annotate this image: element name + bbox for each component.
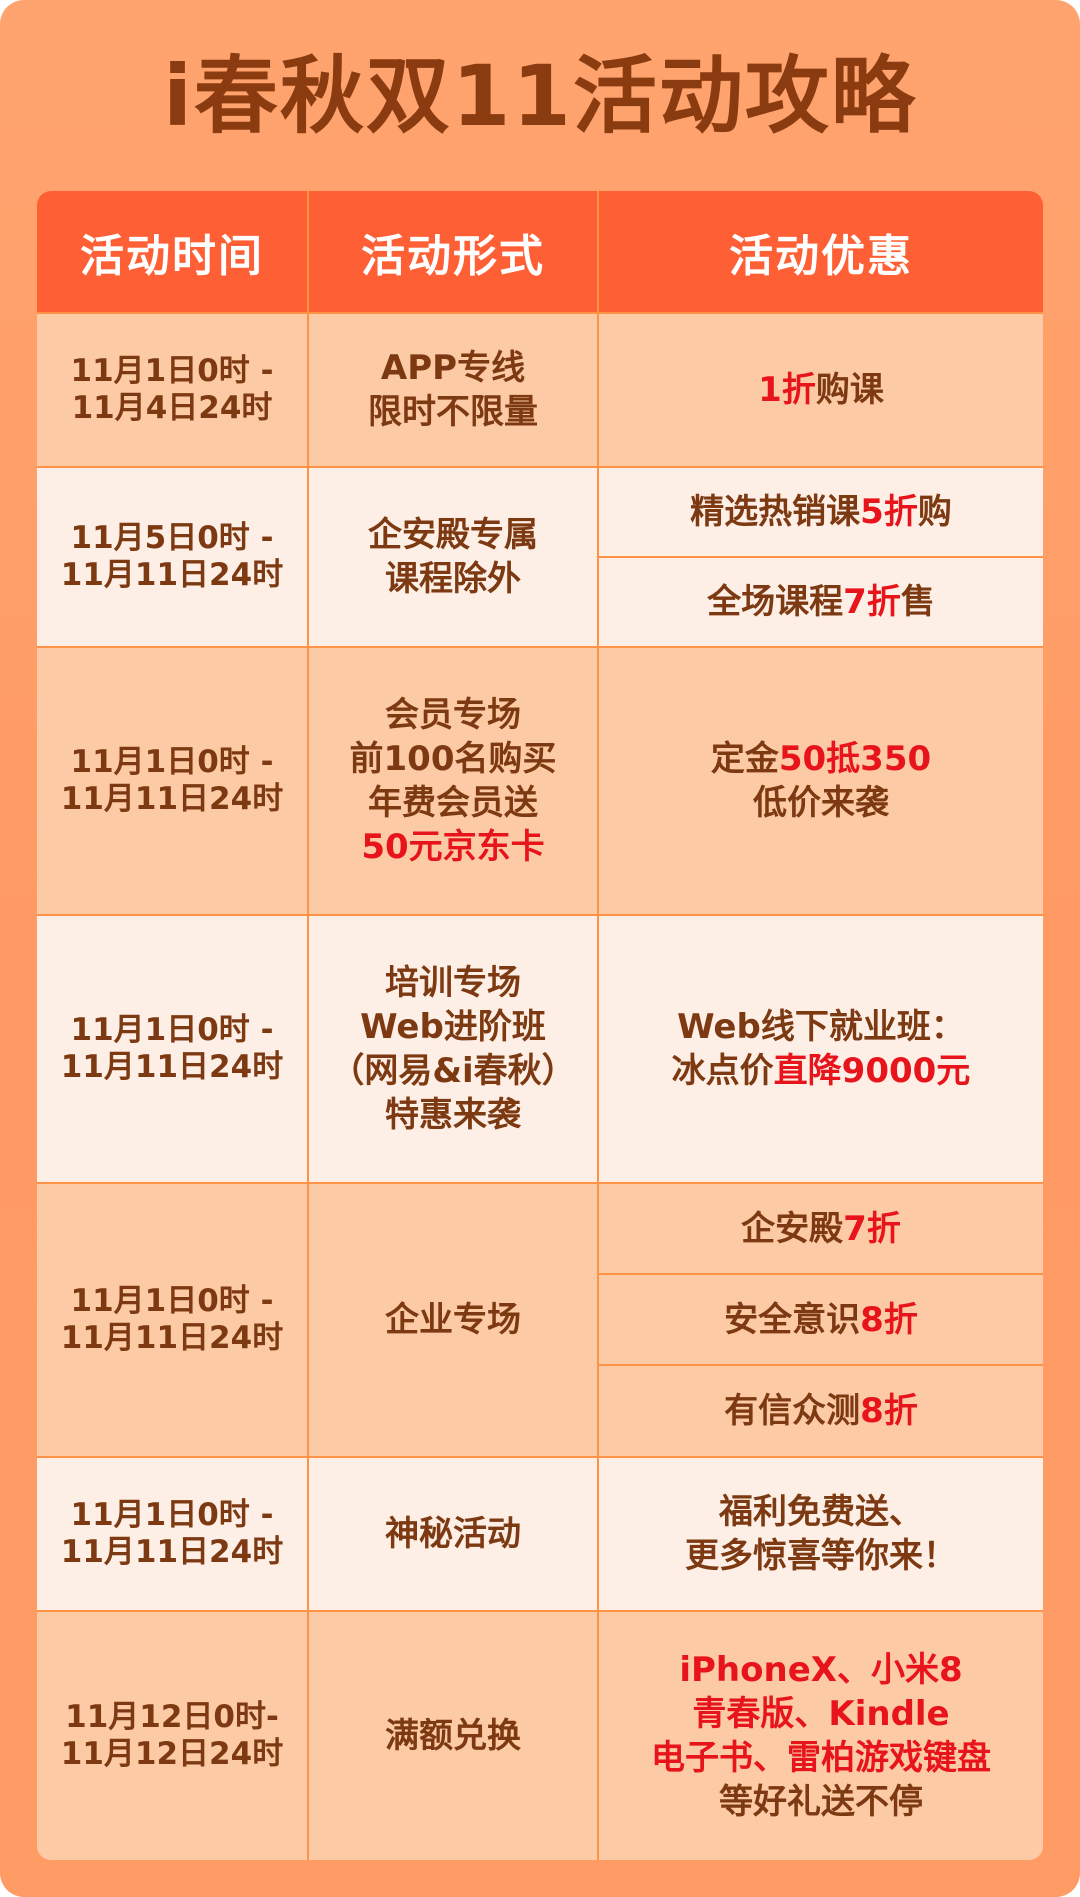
jd-card-highlight: 50元京东卡	[361, 827, 545, 867]
row-5-offer-1: 企安殿7折	[599, 1184, 1043, 1273]
row-5-time: 11月1日0时 - 11月11日24时	[37, 1184, 307, 1456]
row-7-time: 11月12日0时- 11月12日24时	[37, 1612, 307, 1860]
row-1-form: APP专线 限时不限量	[309, 314, 597, 466]
row-divider	[37, 646, 1043, 648]
row-divider	[37, 312, 1043, 314]
activity-guide-page: i春秋双11活动攻略 活动时间 活动形式 活动优惠 11月1日0时 - 11月4…	[0, 0, 1080, 1897]
row-5-form: 企业专场	[309, 1184, 597, 1456]
row-5-offer-2: 安全意识8折	[599, 1275, 1043, 1364]
row-divider	[37, 466, 1043, 468]
row-1-offer: 1折购课	[599, 314, 1043, 466]
sub-row-divider	[599, 556, 1043, 558]
row-3-time: 11月1日0时 - 11月11日24时	[37, 648, 307, 914]
row-2-form: 企安殿专属 课程除外	[309, 468, 597, 646]
header-form: 活动形式	[309, 191, 597, 312]
row-3-offer: 定金50抵350 低价来袭	[599, 648, 1043, 914]
row-2-offer-2: 全场课程7折售	[599, 558, 1043, 646]
row-4-time: 11月1日0时 - 11月11日24时	[37, 916, 307, 1182]
row-divider	[37, 1610, 1043, 1612]
row-divider	[37, 1182, 1043, 1184]
row-7-offer: iPhoneX、小米8 青春版、Kindle 电子书、雷柏游戏键盘 等好礼送不停	[599, 1612, 1043, 1860]
activity-table: 活动时间 活动形式 活动优惠 11月1日0时 - 11月4日24时 APP专线 …	[37, 191, 1043, 1860]
row-1-time: 11月1日0时 - 11月4日24时	[37, 314, 307, 466]
row-4-offer: Web线下就业班： 冰点价直降9000元	[599, 916, 1043, 1182]
page-title: i春秋双11活动攻略	[163, 47, 917, 145]
sub-row-divider	[599, 1364, 1043, 1366]
row-divider	[37, 1456, 1043, 1458]
header-offer: 活动优惠	[599, 191, 1043, 312]
row-2-offer-1: 精选热销课5折购	[599, 468, 1043, 556]
row-2-time: 11月5日0时 - 11月11日24时	[37, 468, 307, 646]
row-6-time: 11月1日0时 - 11月11日24时	[37, 1458, 307, 1610]
row-3-form: 会员专场 前100名购买 年费会员送 50元京东卡	[309, 648, 597, 914]
row-7-form: 满额兑换	[309, 1612, 597, 1860]
header-time: 活动时间	[37, 191, 307, 312]
row-divider	[37, 914, 1043, 916]
sub-row-divider	[599, 1273, 1043, 1275]
row-4-form: 培训专场 Web进阶班 （网易&i春秋） 特惠来袭	[309, 916, 597, 1182]
row-5-offer-3: 有信众测8折	[599, 1366, 1043, 1456]
row-6-form: 神秘活动	[309, 1458, 597, 1610]
row-6-offer: 福利免费送、 更多惊喜等你来！	[599, 1458, 1043, 1610]
